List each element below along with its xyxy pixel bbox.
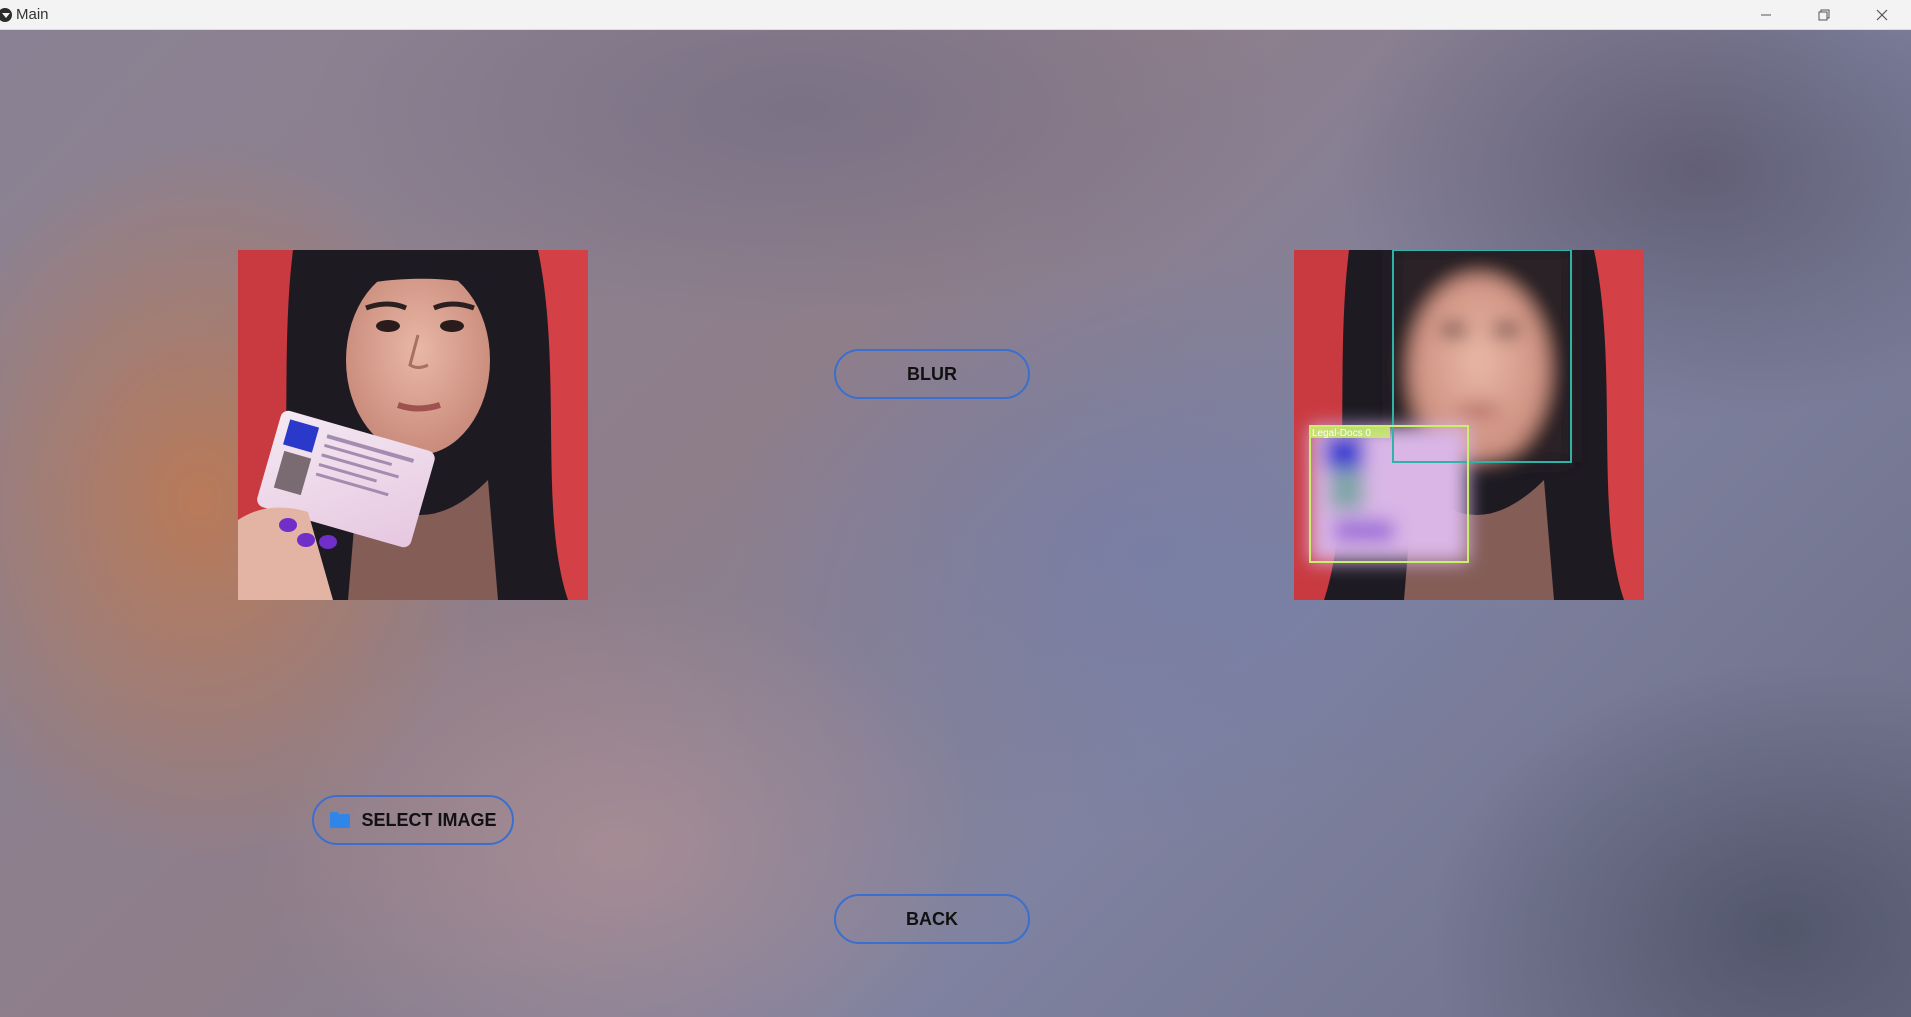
title-bar[interactable]: Main [0, 0, 1911, 30]
minimize-button[interactable] [1737, 0, 1795, 29]
back-button[interactable]: BACK [834, 894, 1030, 944]
select-image-button[interactable]: SELECT IMAGE [312, 795, 514, 845]
minimize-icon [1761, 14, 1771, 15]
blur-button-label: BLUR [907, 363, 957, 384]
close-icon [1876, 9, 1888, 20]
window-controls [1737, 0, 1911, 29]
input-image [238, 250, 588, 600]
blur-button[interactable]: BLUR [834, 349, 1030, 399]
restore-icon [1818, 9, 1830, 20]
select-image-button-label: SELECT IMAGE [361, 809, 497, 830]
close-button[interactable] [1853, 0, 1911, 29]
main-canvas: Legal-Docs 0 BLUR SELECT IMAGE BACK [0, 30, 1911, 1017]
input-image-graphic [238, 250, 588, 600]
output-image-graphic: Legal-Docs 0 [1294, 250, 1644, 600]
app-logo-icon [0, 7, 12, 22]
output-image: Legal-Docs 0 [1294, 250, 1644, 600]
detection-label: Legal-Docs 0 [1312, 428, 1371, 439]
back-button-label: BACK [906, 908, 958, 929]
app-window: Main Legal-Docs 0 BLUR SELECT IMAGE BACK [0, 0, 1911, 1017]
folder-icon [330, 812, 351, 828]
restore-button[interactable] [1795, 0, 1853, 29]
window-title: Main [16, 6, 49, 23]
